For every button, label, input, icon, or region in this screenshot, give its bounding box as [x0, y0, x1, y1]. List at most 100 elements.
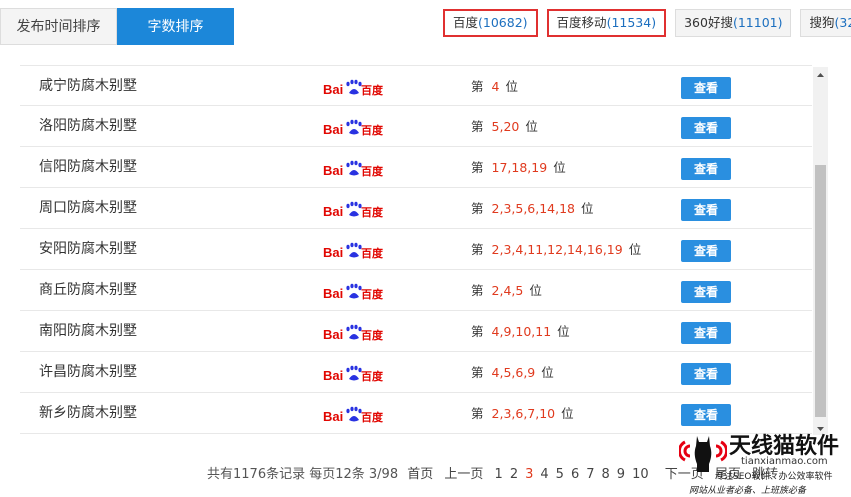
scrollbar[interactable] — [813, 67, 828, 435]
tab-sort-by-publish-time[interactable]: 发布时间排序 — [0, 8, 117, 45]
logo-text-du: 百度 — [361, 328, 384, 342]
engine-name: 百度移动 — [556, 15, 607, 30]
page-number-link[interactable]: 8 — [602, 467, 610, 482]
scroll-up-arrow-icon[interactable] — [813, 67, 828, 81]
rank-info: 第 2,3,4,11,12,14,16,19 位 — [471, 229, 641, 270]
rank-prefix: 第 — [471, 365, 484, 380]
baidu-logo-icon: Bai 百度 — [323, 201, 384, 219]
view-button[interactable]: 查看 — [681, 404, 731, 426]
tab-sort-by-word-count[interactable]: 字数排序 — [117, 8, 234, 45]
rank-prefix: 第 — [471, 406, 484, 421]
page-number-link[interactable]: 6 — [571, 467, 579, 482]
logo-text-du: 百度 — [361, 83, 384, 97]
engine-name: 百度 — [453, 15, 479, 30]
sort-tabs: 发布时间排序 字数排序 — [0, 8, 234, 45]
rank-prefix: 第 — [471, 79, 484, 94]
engine-name: 360好搜 — [684, 15, 733, 30]
view-button[interactable]: 查看 — [681, 322, 731, 344]
watermark-url: tianxianmao.com — [741, 456, 828, 467]
first-page-link[interactable]: 首页 — [407, 467, 433, 482]
rank-positions: 5,20 — [491, 119, 520, 134]
page-number-link[interactable]: 4 — [540, 467, 548, 482]
page-number-link[interactable]: 3 — [525, 467, 533, 482]
engine-tab-sogou[interactable]: 搜狗(3246) — [800, 9, 851, 37]
page-number-link[interactable]: 9 — [617, 467, 625, 482]
logo-text-bai: Bai — [323, 122, 343, 137]
view-button[interactable]: 查看 — [681, 158, 731, 180]
rank-info: 第 2,4,5 位 — [471, 270, 542, 311]
table-row: 信阳防腐木别墅 Bai 百度 第 17,18,19 位 查看 — [20, 147, 812, 188]
view-button[interactable]: 查看 — [681, 240, 731, 262]
cat-logo-icon — [679, 436, 727, 472]
page-number-link[interactable]: 7 — [586, 467, 594, 482]
logo-text-du: 百度 — [361, 246, 384, 260]
view-button[interactable]: 查看 — [681, 281, 731, 303]
rank-prefix: 第 — [471, 119, 484, 134]
rank-suffix: 位 — [505, 79, 518, 94]
baidu-logo-icon: Bai 百度 — [323, 242, 384, 260]
page-number-link[interactable]: 1 — [495, 467, 503, 482]
page-number-link[interactable]: 10 — [632, 467, 649, 482]
rank-positions: 17,18,19 — [491, 160, 548, 175]
table-row: 商丘防腐木别墅 Bai 百度 第 2,4,5 位 查看 — [20, 270, 812, 311]
rank-info: 第 17,18,19 位 — [471, 147, 566, 188]
rank-prefix: 第 — [471, 283, 484, 298]
engine-tab-baidu-mobile[interactable]: 百度移动(11534) — [546, 9, 667, 37]
logo-text-du: 百度 — [361, 205, 384, 219]
keyword-text: 南阳防腐木别墅 — [39, 323, 137, 339]
baidu-logo-icon: Bai 百度 — [323, 283, 384, 301]
prev-page-link[interactable]: 上一页 — [444, 467, 483, 482]
scrollbar-thumb[interactable] — [815, 165, 826, 417]
view-button[interactable]: 查看 — [681, 117, 731, 139]
keyword-text: 周口防腐木别墅 — [39, 200, 137, 216]
rank-positions: 2,3,6,7,10 — [491, 406, 556, 421]
page-number-link[interactable]: 2 — [510, 467, 518, 482]
rank-suffix: 位 — [525, 119, 538, 134]
engine-tab-baidu[interactable]: 百度(10682) — [443, 9, 538, 37]
table-row: 许昌防腐木别墅 Bai 百度 第 4,5,6,9 位 查看 — [20, 352, 812, 393]
watermark-slogan-1: 专注SEO软件、办公效率软件 — [715, 472, 833, 482]
keyword-text: 许昌防腐木别墅 — [39, 364, 137, 380]
engine-tab-360[interactable]: 360好搜(11101) — [675, 9, 792, 37]
logo-text-du: 百度 — [361, 164, 384, 178]
rank-positions: 4,9,10,11 — [491, 324, 552, 339]
rank-info: 第 4,5,6,9 位 — [471, 352, 554, 393]
keyword-text: 洛阳防腐木别墅 — [39, 118, 137, 134]
rank-positions: 2,3,5,6,14,18 — [491, 201, 576, 216]
engine-count: (10682) — [478, 15, 528, 30]
logo-text-bai: Bai — [323, 368, 343, 383]
rank-suffix: 位 — [553, 160, 566, 175]
rank-info: 第 4,9,10,11 位 — [471, 311, 570, 352]
view-button[interactable]: 查看 — [681, 199, 731, 221]
table-row: 洛阳防腐木别墅 Bai 百度 第 5,20 位 查看 — [20, 106, 812, 147]
rank-prefix: 第 — [471, 324, 484, 339]
table-row: 咸宁防腐木别墅 Bai 百度 第 4 位 查看 — [20, 65, 812, 106]
rank-positions: 2,3,4,11,12,14,16,19 — [491, 242, 623, 257]
logo-text-du: 百度 — [361, 287, 384, 301]
table-row: 周口防腐木别墅 Bai 百度 第 2,3,5,6,14,18 位 查看 — [20, 188, 812, 229]
baidu-logo-icon: Bai 百度 — [323, 324, 384, 342]
keyword-text: 咸宁防腐木别墅 — [39, 78, 137, 94]
rank-suffix: 位 — [557, 324, 570, 339]
logo-text-bai: Bai — [323, 163, 343, 178]
table-row: 南阳防腐木别墅 Bai 百度 第 4,9,10,11 位 查看 — [20, 311, 812, 352]
page-numbers: 1 2 3 4 5 6 7 8 9 10 — [495, 467, 656, 482]
engine-count: (11534) — [606, 15, 657, 30]
rank-suffix: 位 — [581, 201, 594, 216]
rank-suffix: 位 — [541, 365, 554, 380]
rank-suffix: 位 — [529, 283, 542, 298]
view-button[interactable]: 查看 — [681, 77, 731, 99]
rank-suffix: 位 — [628, 242, 642, 257]
keyword-text: 信阳防腐木别墅 — [39, 159, 137, 175]
logo-text-du: 百度 — [361, 123, 384, 137]
logo-text-bai: Bai — [323, 204, 343, 219]
logo-text-bai: Bai — [323, 82, 343, 97]
keyword-text: 安阳防腐木别墅 — [39, 241, 137, 257]
engine-count: (3246) — [834, 15, 851, 30]
baidu-logo-icon: Bai 百度 — [323, 365, 384, 383]
view-button[interactable]: 查看 — [681, 363, 731, 385]
logo-text-du: 百度 — [361, 369, 384, 383]
logo-text-bai: Bai — [323, 245, 343, 260]
page-number-link[interactable]: 5 — [556, 467, 564, 482]
rank-prefix: 第 — [471, 201, 484, 216]
